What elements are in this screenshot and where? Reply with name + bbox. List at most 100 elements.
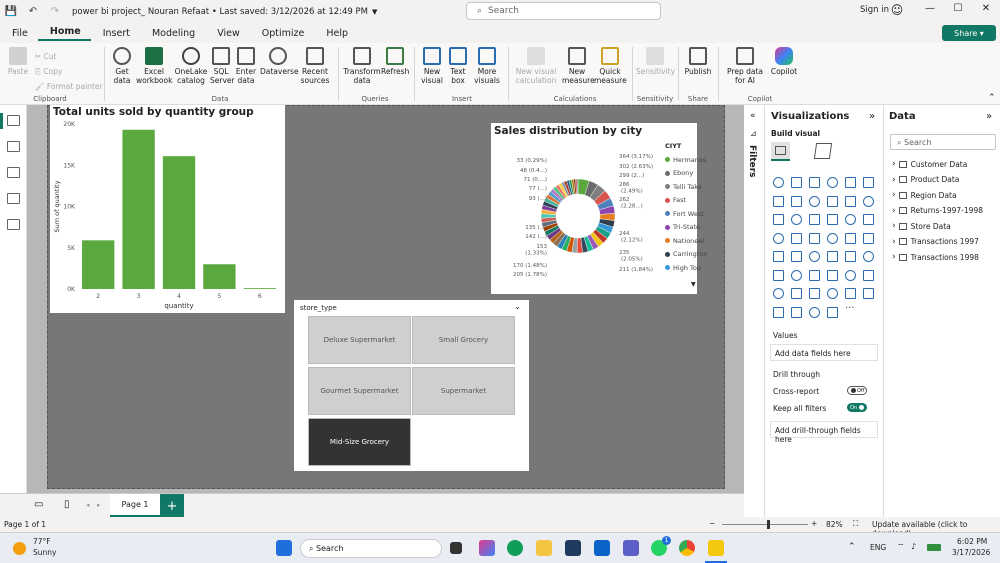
- visual-type-icon[interactable]: [863, 288, 874, 299]
- start-windows-icon[interactable]: [276, 540, 292, 556]
- publish-button[interactable]: Publish: [682, 47, 714, 76]
- legend-item[interactable]: Telli Take: [665, 180, 702, 194]
- legend-item[interactable]: Fast: [665, 194, 697, 208]
- sql-server-button[interactable]: SQL Server: [210, 47, 235, 85]
- visual-type-icon[interactable]: [845, 214, 856, 225]
- teams-icon[interactable]: [623, 540, 639, 556]
- legend-item[interactable]: Hermanos: [665, 153, 706, 167]
- save-icon[interactable]: 💾: [0, 6, 22, 17]
- visual-type-icon[interactable]: [845, 195, 856, 207]
- visual-type-icon[interactable]: [809, 232, 820, 244]
- visual-type-icon[interactable]: [791, 269, 802, 281]
- menu-file[interactable]: File: [0, 28, 38, 39]
- visual-type-icon[interactable]: [863, 195, 874, 207]
- account-icon[interactable]: ☺: [887, 3, 907, 17]
- cross-report-toggle[interactable]: Off: [847, 386, 867, 395]
- search-input[interactable]: ⌕ Search: [466, 2, 661, 20]
- store-type-slicer[interactable]: store_type ⌄ Deluxe Supermarket Small Gr…: [294, 300, 529, 471]
- menu-view[interactable]: View: [205, 28, 250, 39]
- expand-filters-icon[interactable]: «: [750, 111, 756, 121]
- battery-icon[interactable]: [927, 544, 941, 551]
- visual-type-icon[interactable]: [809, 214, 820, 225]
- visual-type-icon[interactable]: [845, 269, 856, 281]
- chevron-right-icon[interactable]: ›: [892, 221, 896, 231]
- visual-type-icon[interactable]: [791, 306, 802, 318]
- maximize-button[interactable]: ☐: [948, 3, 968, 14]
- visual-type-icon[interactable]: [809, 177, 820, 188]
- enter-data-button[interactable]: Enter data: [235, 47, 257, 85]
- wifi-icon[interactable]: ⌔: [897, 542, 905, 552]
- visual-type-icon[interactable]: [845, 177, 856, 188]
- values-drop-zone[interactable]: Add data fields here: [770, 344, 878, 361]
- share-button[interactable]: Share ▾: [942, 25, 996, 41]
- cut-button[interactable]: ✂ Cut: [35, 49, 103, 64]
- dax-query-view-icon[interactable]: [7, 193, 20, 204]
- format-visual-icon[interactable]: [813, 143, 833, 159]
- visual-type-icon[interactable]: [809, 306, 820, 318]
- copilot-button[interactable]: Copilot: [769, 47, 799, 76]
- slicer-item-deluxe-supermarket[interactable]: Deluxe Supermarket: [308, 316, 411, 364]
- transform-data-button[interactable]: Transform data: [343, 47, 381, 85]
- edge-icon[interactable]: [507, 540, 523, 556]
- prep-data-ai-button[interactable]: Prep data for AI: [721, 47, 769, 85]
- visual-type-icon[interactable]: [809, 195, 820, 207]
- taskbar-search[interactable]: ⌕ Search: [300, 539, 442, 558]
- visual-type-icon[interactable]: [863, 232, 874, 244]
- power-bi-icon[interactable]: [708, 540, 724, 556]
- table-view-icon[interactable]: [7, 141, 20, 152]
- zoom-slider-thumb[interactable]: [767, 520, 770, 529]
- visual-type-icon[interactable]: [827, 214, 838, 225]
- store-icon[interactable]: [565, 540, 581, 556]
- visual-type-icon[interactable]: [827, 177, 838, 188]
- visual-type-icon[interactable]: [845, 288, 856, 299]
- filters-pane-collapsed[interactable]: « ⊿ Filters: [744, 105, 765, 517]
- add-page-button[interactable]: +: [160, 494, 184, 518]
- close-button[interactable]: ✕: [976, 3, 996, 14]
- weather-sun-icon[interactable]: [13, 542, 26, 555]
- build-visual-tab[interactable]: [771, 142, 790, 161]
- data-table-item[interactable]: › Transactions 1998: [892, 252, 979, 262]
- more-visuals-icon[interactable]: ···: [845, 303, 855, 314]
- visual-type-icon[interactable]: [827, 251, 838, 262]
- data-table-item[interactable]: › Customer Data: [892, 159, 967, 169]
- menu-home[interactable]: Home: [37, 26, 91, 41]
- legend-item[interactable]: Fort West: [665, 207, 704, 221]
- donut-chart-visual[interactable]: Sales distribution by city 364 (3.17%) 30…: [491, 123, 707, 294]
- refresh-button[interactable]: Refresh: [381, 47, 409, 76]
- visual-type-icon[interactable]: [809, 269, 820, 281]
- visual-type-icon[interactable]: [827, 269, 838, 281]
- visual-type-icon[interactable]: [791, 177, 802, 188]
- model-view-icon[interactable]: [7, 167, 20, 178]
- visual-type-icon[interactable]: [827, 288, 838, 299]
- chrome-icon[interactable]: [679, 540, 695, 556]
- legend-item[interactable]: Carrington: [665, 248, 707, 262]
- text-box-button[interactable]: Text box: [446, 47, 470, 85]
- visual-type-icon[interactable]: [791, 251, 802, 262]
- sign-in-link[interactable]: Sign in: [860, 5, 889, 15]
- prev-page-icon[interactable]: ◂: [86, 501, 90, 509]
- zoom-slider[interactable]: [722, 524, 808, 525]
- tmdl-view-icon[interactable]: [7, 219, 20, 230]
- task-view-icon[interactable]: [450, 542, 462, 554]
- chevron-right-icon[interactable]: ›: [892, 206, 896, 216]
- visual-type-icon[interactable]: [809, 288, 820, 299]
- data-table-item[interactable]: › Returns-1997-1998: [892, 206, 983, 216]
- copy-button[interactable]: ⎘ Copy: [35, 64, 103, 79]
- sensitivity-button[interactable]: Sensitivity: [636, 47, 675, 76]
- minimize-button[interactable]: —: [920, 3, 940, 14]
- chevron-right-icon[interactable]: ›: [892, 252, 896, 262]
- visual-type-icon[interactable]: [845, 251, 856, 262]
- redo-icon[interactable]: ↷: [44, 6, 66, 17]
- more-visuals-button[interactable]: More visuals: [472, 47, 502, 85]
- recent-sources-button[interactable]: Recent sources: [298, 47, 332, 85]
- slicer-item-supermarket[interactable]: Supermarket: [412, 367, 515, 415]
- new-visual-button[interactable]: New visual: [420, 47, 444, 85]
- excel-workbook-button[interactable]: Excel workbook: [136, 47, 172, 85]
- visual-type-icon[interactable]: [863, 269, 874, 281]
- input-language[interactable]: ENG: [870, 543, 886, 552]
- undo-icon[interactable]: ↶: [22, 6, 44, 17]
- chevron-down-icon[interactable]: ⌄: [514, 302, 521, 311]
- file-explorer-icon[interactable]: [536, 540, 552, 556]
- slicer-item-gourmet-supermarket[interactable]: Gourmet Supermarket: [308, 367, 411, 415]
- visual-type-icon[interactable]: [845, 232, 856, 244]
